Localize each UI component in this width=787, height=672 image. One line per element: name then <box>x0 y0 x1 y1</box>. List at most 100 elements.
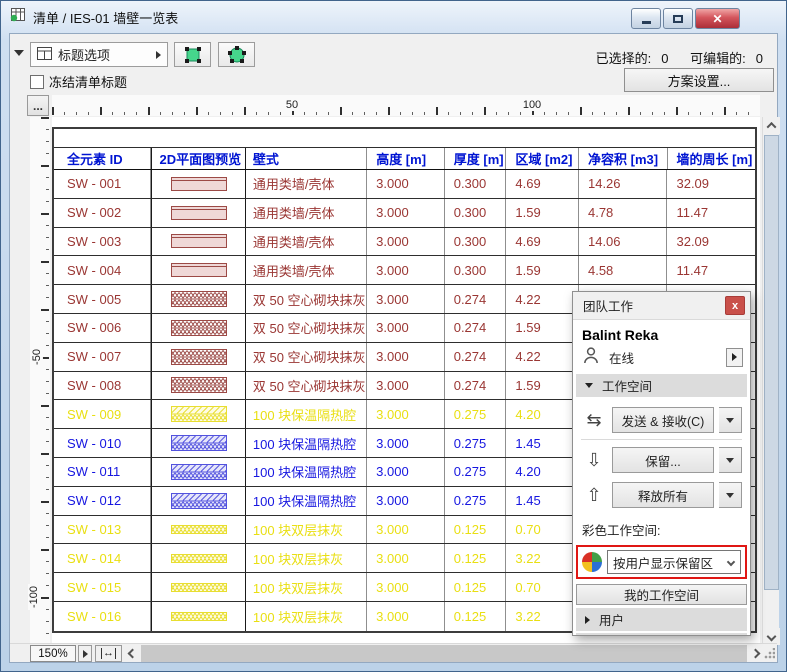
column-header[interactable]: 全元素 ID <box>54 148 151 169</box>
colored-workspace-select[interactable]: 按用户显示保留区 <box>607 550 741 574</box>
column-header[interactable]: 高度 [m] <box>367 148 445 169</box>
column-header[interactable]: 净容积 [m3] <box>579 148 668 169</box>
cell-height: 3.000 <box>367 285 445 313</box>
schedule-header-row[interactable]: 全元素 ID2D平面图预览壁式高度 [m]厚度 [m]区域 [m2]净容积 [m… <box>54 148 755 170</box>
reserve-icon: ⇩ <box>581 451 607 469</box>
cell-id: SW - 005 <box>54 285 151 313</box>
vertical-scrollbar[interactable] <box>762 117 779 645</box>
zoom-menu-button[interactable] <box>78 645 92 662</box>
cell-thickness: 0.275 <box>445 400 507 428</box>
close-icon: ✕ <box>712 13 722 25</box>
reserve-button[interactable]: 保留... <box>612 447 714 473</box>
release-all-button[interactable]: 释放所有 <box>612 482 714 508</box>
cell-id: SW - 001 <box>54 170 151 198</box>
cell-thickness: 0.300 <box>445 199 507 227</box>
teamwork-palette: 团队工作 x Balint Reka 在线 工作空间 ⇆ <box>572 291 751 636</box>
polygon-select-button[interactable] <box>218 42 255 67</box>
cell-area: 3.22 <box>506 602 579 631</box>
table-row[interactable]: SW - 002通用类墙/壳体3.0000.3001.594.7811.47 <box>54 199 755 228</box>
cell-type: 双 50 空心砌块抹灰 <box>246 285 367 313</box>
scroll-left-button[interactable] <box>124 645 141 662</box>
scroll-right-button[interactable] <box>747 645 764 662</box>
table-row[interactable]: SW - 004通用类墙/壳体3.0000.3001.594.5811.47 <box>54 256 755 285</box>
title-options-dropdown[interactable]: 标题选项 <box>30 42 168 67</box>
marquee-select-button[interactable] <box>174 42 211 67</box>
minimize-icon <box>642 21 651 24</box>
scheme-settings-button[interactable]: 方案设置... <box>624 68 774 92</box>
table-row[interactable]: SW - 003通用类墙/壳体3.0000.3004.6914.0632.09 <box>54 228 755 257</box>
cell-type: 双 50 空心砌块抹灰 <box>246 343 367 371</box>
teamwork-user-name: Balint Reka <box>573 320 750 344</box>
workspace-section-header[interactable]: 工作空间 <box>576 374 747 397</box>
zoom-level-button[interactable]: 150% <box>30 645 76 662</box>
horizontal-scroll-track[interactable] <box>141 645 747 662</box>
column-header[interactable]: 墙的周长 [m] <box>668 148 756 169</box>
cell-id: SW - 014 <box>54 544 151 572</box>
ruler-options-button[interactable]: ... <box>27 95 49 116</box>
cell-thickness: 0.275 <box>445 429 507 457</box>
send-receive-dropdown[interactable] <box>719 407 742 433</box>
maximize-button[interactable] <box>663 8 693 29</box>
selected-label: 已选择的: <box>596 51 652 66</box>
cell-id: SW - 008 <box>54 372 151 400</box>
cell-area: 1.59 <box>506 199 579 227</box>
cell-thickness: 0.300 <box>445 170 507 198</box>
resize-grip[interactable] <box>763 648 775 660</box>
palette-close-button[interactable]: x <box>725 296 745 315</box>
cell-height: 3.000 <box>367 314 445 342</box>
users-section-label: 用户 <box>599 610 624 629</box>
freeze-title-checkbox[interactable] <box>30 75 44 89</box>
cell-net-volume: 4.78 <box>579 199 668 227</box>
users-section-header[interactable]: 用户 <box>576 608 747 631</box>
vertical-scroll-thumb[interactable] <box>764 135 779 590</box>
minimize-button[interactable] <box>631 8 661 29</box>
freeze-title-label: 冻结清单标题 <box>49 72 127 91</box>
window-title: 清单 / IES-01 墙壁一览表 <box>33 8 178 27</box>
section-collapsed-icon <box>585 616 590 624</box>
toolbar-collapse-arrow-icon[interactable] <box>14 50 24 56</box>
send-receive-button[interactable]: 发送 & 接收(C) <box>612 407 714 433</box>
column-header[interactable]: 2D平面图预览 <box>151 148 245 169</box>
cell-area: 0.70 <box>506 573 579 601</box>
column-header[interactable]: 壁式 <box>246 148 367 169</box>
wall-preview-icon <box>171 525 227 534</box>
editable-label: 可编辑的: <box>690 51 746 66</box>
colored-workspace-label: 彩色工作空间: <box>573 512 750 543</box>
wall-preview-icon <box>171 493 227 509</box>
my-workspace-button[interactable]: 我的工作空间 <box>576 584 747 605</box>
chevron-left-icon <box>128 649 138 659</box>
cell-id: SW - 015 <box>54 573 151 601</box>
selection-counts: 已选择的:0 可编辑的:0 <box>596 48 763 67</box>
preview-cell <box>151 199 245 227</box>
cell-area: 4.22 <box>506 285 579 313</box>
wall-preview-icon <box>171 612 227 621</box>
cell-area: 4.20 <box>506 458 579 486</box>
cell-type: 双 50 空心砌块抹灰 <box>246 314 367 342</box>
messages-section-header[interactable]: 消息 <box>576 633 747 636</box>
table-row[interactable]: SW - 001通用类墙/壳体3.0000.3004.6914.2632.09 <box>54 170 755 199</box>
preview-cell <box>151 372 245 400</box>
wall-preview-icon <box>171 263 227 277</box>
reserve-dropdown[interactable] <box>719 447 742 473</box>
fit-width-button[interactable]: ↔ <box>95 645 122 662</box>
cell-id: SW - 007 <box>54 343 151 371</box>
status-more-button[interactable] <box>726 348 743 367</box>
column-header[interactable]: 区域 [m2] <box>506 148 579 169</box>
status-bar: 150% ↔ <box>10 643 777 662</box>
cell-id: SW - 010 <box>54 429 151 457</box>
column-header[interactable]: 厚度 [m] <box>445 148 507 169</box>
wall-preview-icon <box>171 406 227 422</box>
preview-cell <box>151 285 245 313</box>
teamwork-palette-titlebar[interactable]: 团队工作 x <box>573 292 750 320</box>
cell-id: SW - 002 <box>54 199 151 227</box>
cell-type: 100 块双层抹灰 <box>246 544 367 572</box>
wall-preview-icon <box>171 291 227 307</box>
scroll-up-button[interactable] <box>763 117 780 134</box>
workspace-section-label: 工作空间 <box>602 376 652 395</box>
cell-id: SW - 016 <box>54 602 151 631</box>
release-all-dropdown[interactable] <box>719 482 742 508</box>
wall-preview-icon <box>171 234 227 248</box>
close-button[interactable]: ✕ <box>695 8 740 29</box>
chevron-down-icon <box>767 632 777 642</box>
cell-height: 3.000 <box>367 228 445 256</box>
